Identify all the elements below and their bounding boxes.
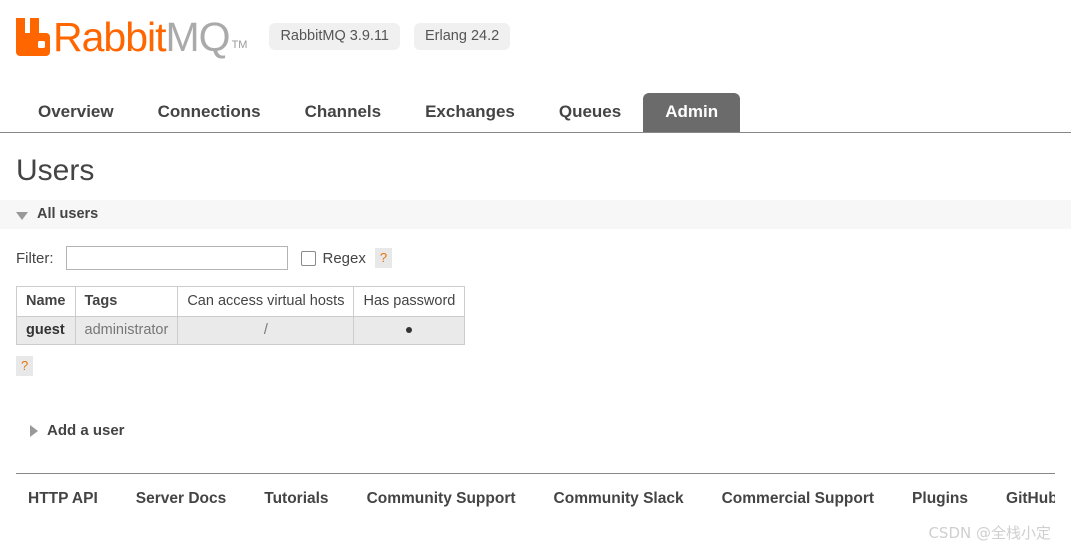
users-table-help-icon[interactable]: ? (16, 356, 34, 376)
column-header-name[interactable]: Name (16, 286, 76, 317)
nav-tab-list: Overview Connections Channels Exchanges … (16, 88, 1055, 132)
regex-checkbox[interactable] (300, 250, 316, 266)
page-footer: HTTP API Server Docs Tutorials Community… (0, 473, 1071, 508)
erlang-version-badge: Erlang 24.2 (414, 22, 511, 50)
nav-tab-overview[interactable]: Overview (16, 93, 136, 132)
main-navigation: Overview Connections Channels Exchanges … (0, 88, 1071, 133)
page-header: Rabbit MQ TM RabbitMQ 3.9.11 Erlang 24.2 (0, 0, 1071, 88)
page-title: Users (16, 154, 95, 187)
nav-tab-queues-link[interactable]: Queues (537, 93, 643, 132)
filter-label: Filter: (16, 249, 54, 267)
footer-link-server-docs[interactable]: Server Docs (136, 490, 226, 508)
add-user-label: Add a user (47, 422, 125, 439)
version-badges: RabbitMQ 3.9.11 Erlang 24.2 (269, 22, 524, 50)
footer-link-github[interactable]: GitHub (1006, 490, 1055, 508)
nav-tab-exchanges-link[interactable]: Exchanges (403, 93, 537, 132)
table-row[interactable]: guest administrator / (16, 316, 466, 345)
filter-row: Filter: Regex ? (16, 246, 1055, 270)
cell-user-tags: administrator (74, 316, 179, 345)
add-user-toggle[interactable]: Add a user (30, 422, 125, 439)
nav-divider (0, 132, 1071, 133)
footer-link-commercial-support[interactable]: Commercial Support (722, 490, 874, 508)
nav-tab-exchanges[interactable]: Exchanges (403, 93, 537, 132)
cell-user-name[interactable]: guest (16, 316, 76, 345)
logo-trademark: TM (231, 39, 248, 51)
footer-link-community-slack[interactable]: Community Slack (554, 490, 684, 508)
regex-label: Regex (322, 249, 366, 267)
footer-link-community-support[interactable]: Community Support (367, 490, 516, 508)
main-content: Users All users Filter: Regex ? Name Tag… (0, 154, 1071, 442)
logo-row: Rabbit MQ TM RabbitMQ 3.9.11 Erlang 24.2 (16, 0, 1055, 60)
rabbitmq-logo[interactable]: Rabbit MQ TM (16, 14, 248, 60)
all-users-section-header[interactable]: All users (0, 200, 1071, 229)
cell-user-vhosts: / (177, 316, 355, 345)
users-table-header-row: Name Tags Can access virtual hosts Has p… (16, 286, 466, 317)
footer-link-plugins[interactable]: Plugins (912, 490, 968, 508)
triangle-down-icon (16, 212, 28, 220)
logo-text-mq: MQ (165, 14, 231, 60)
all-users-toggle[interactable]: All users (16, 206, 98, 222)
has-password-dot-icon (406, 327, 413, 334)
nav-tab-admin[interactable]: Admin (643, 93, 741, 132)
add-user-section-header[interactable]: Add a user (16, 422, 1055, 442)
nav-tab-connections[interactable]: Connections (136, 93, 283, 132)
nav-tab-queues[interactable]: Queues (537, 93, 643, 132)
cell-user-has-password (353, 316, 466, 345)
nav-tab-admin-link[interactable]: Admin (643, 93, 741, 132)
nav-tab-overview-link[interactable]: Overview (16, 93, 136, 132)
column-header-has-password: Has password (353, 286, 466, 317)
nav-tab-connections-link[interactable]: Connections (136, 93, 283, 132)
footer-link-list: HTTP API Server Docs Tutorials Community… (16, 474, 1055, 508)
rabbitmq-version-badge: RabbitMQ 3.9.11 (269, 22, 400, 50)
footer-link-http-api[interactable]: HTTP API (28, 490, 98, 508)
nav-tab-channels-link[interactable]: Channels (283, 93, 404, 132)
users-table-body: guest administrator / (16, 316, 466, 345)
column-header-vhosts: Can access virtual hosts (177, 286, 355, 317)
watermark: CSDN @全栈小定 (928, 524, 1051, 542)
users-table-head: Name Tags Can access virtual hosts Has p… (16, 286, 466, 317)
all-users-label: All users (37, 206, 99, 222)
footer-link-tutorials[interactable]: Tutorials (264, 490, 328, 508)
filter-input[interactable] (65, 246, 288, 270)
rabbitmq-logo-mark-icon (16, 18, 50, 56)
users-table: Name Tags Can access virtual hosts Has p… (16, 286, 466, 345)
filter-help-icon[interactable]: ? (374, 248, 393, 268)
regex-option: Regex ? (300, 248, 393, 268)
nav-tab-channels[interactable]: Channels (283, 93, 404, 132)
column-header-tags[interactable]: Tags (74, 286, 179, 317)
table-help-row: ? (16, 356, 1055, 376)
logo-text-rabbit: Rabbit (53, 14, 167, 60)
triangle-right-icon (30, 424, 38, 437)
